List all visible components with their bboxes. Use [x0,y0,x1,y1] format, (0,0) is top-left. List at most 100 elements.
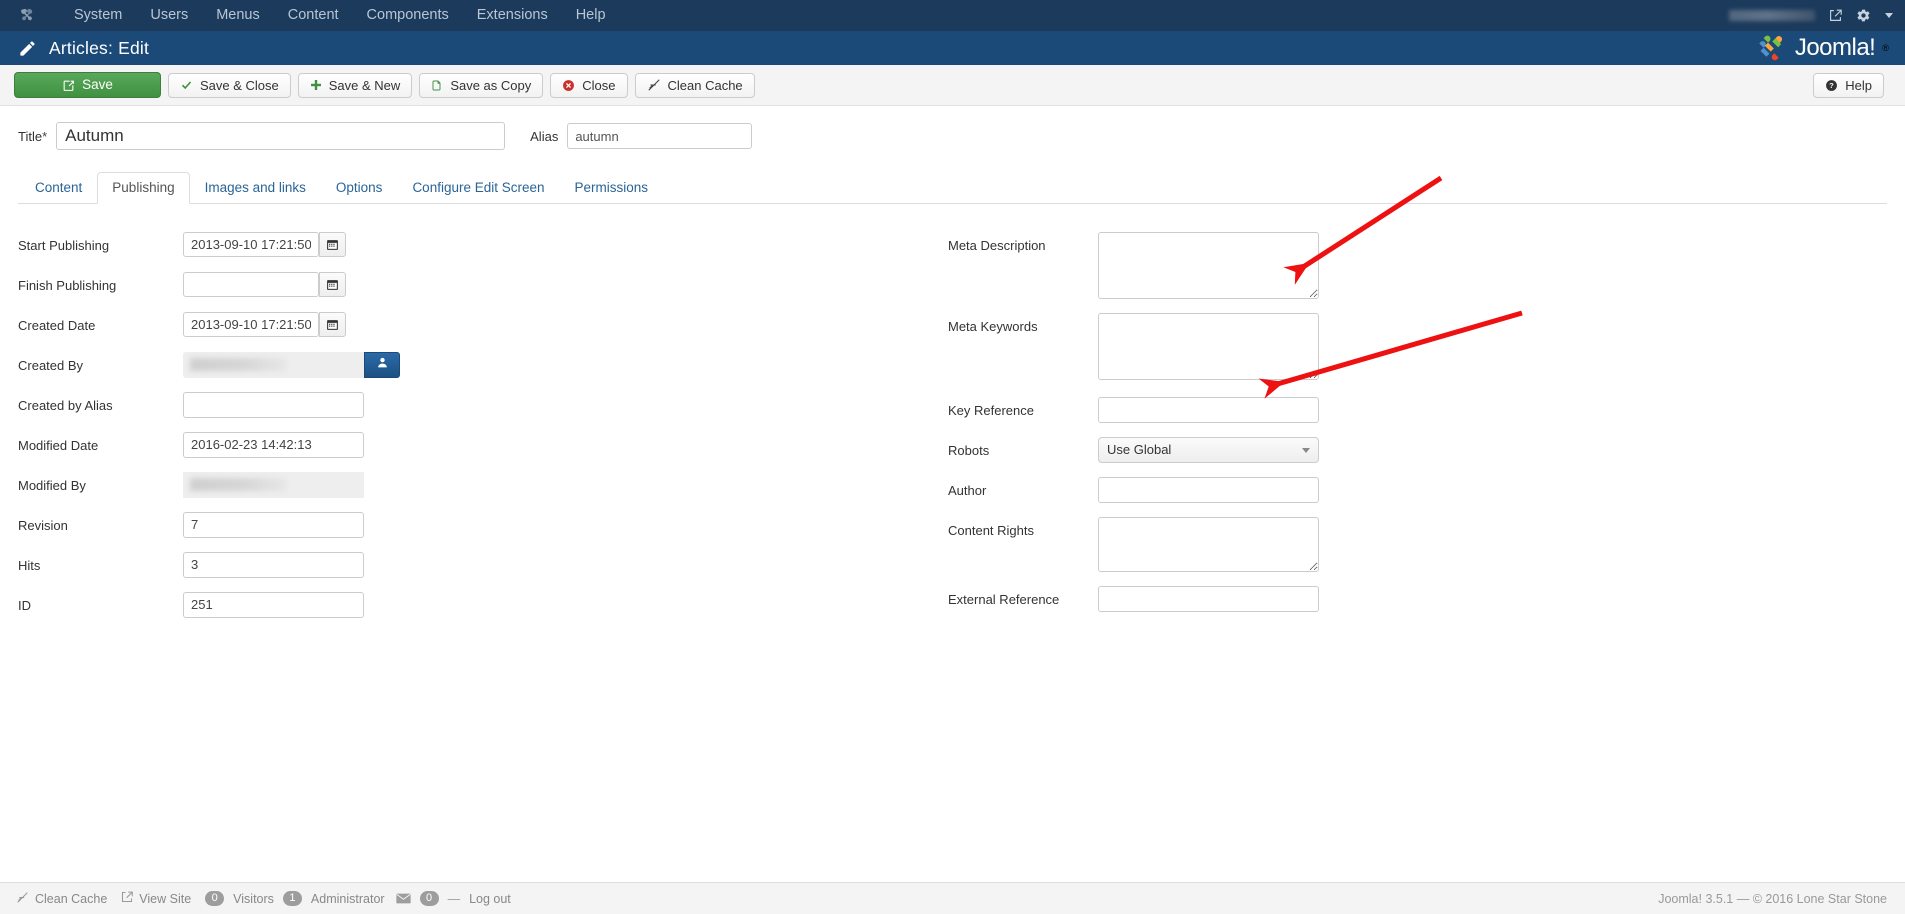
author-label: Author [948,482,987,498]
tab-permissions[interactable]: Permissions [560,172,664,204]
modified-by-value [183,471,364,498]
menu-item-users[interactable]: Users [136,0,202,31]
clean-cache-button[interactable]: Clean Cache [634,72,755,98]
close-icon [562,79,575,92]
author-input[interactable] [1098,476,1319,503]
finish-publishing-calendar-icon[interactable] [319,271,346,297]
field-id: ID [18,591,948,619]
svg-text:?: ? [1829,81,1834,90]
content-rights-label: Content Rights [948,522,1034,538]
gear-icon[interactable] [1856,8,1871,23]
broom-icon [16,891,29,907]
editor-toolbar: Save Save & Close Save & New Save as Cop… [0,65,1905,106]
close-button[interactable]: Close [550,72,628,98]
field-hits: Hits [18,551,948,579]
top-menu: System Users Menus Content Components Ex… [60,0,620,31]
start-publishing-label: Start Publishing [18,237,110,253]
menu-item-content[interactable]: Content [274,0,353,31]
envelope-icon[interactable] [395,893,411,904]
joomla-logo-trademark: ® [1882,43,1889,53]
meta-keywords-label: Meta Keywords [948,318,1038,334]
tab-publishing[interactable]: Publishing [97,172,190,204]
publishing-panel: Start Publishing Finish Publishing [18,204,1887,632]
joomla-icon[interactable] [18,7,36,25]
footer-clean-cache-link[interactable]: Clean Cache [16,891,107,907]
field-robots: Robots Use Global [948,436,1508,464]
meta-description-textarea[interactable] [1098,231,1319,299]
save-button-label: Save [82,77,113,93]
metadata-column: Meta Description Meta Keywords Key Refer… [948,231,1508,632]
field-modified-date: Modified Date [18,431,948,459]
tab-configure-edit-screen[interactable]: Configure Edit Screen [397,172,559,204]
menu-item-components[interactable]: Components [353,0,463,31]
user-icon [376,356,389,374]
menu-item-help[interactable]: Help [562,0,620,31]
menu-item-extensions[interactable]: Extensions [463,0,562,31]
field-key-reference: Key Reference [948,396,1508,424]
tab-content[interactable]: Content [20,172,97,204]
tab-images-and-links[interactable]: Images and links [190,172,321,204]
administrator-count-badge: 1 [282,891,302,906]
created-by-alias-label: Created by Alias [18,397,113,413]
check-icon [180,79,193,91]
start-publishing-input[interactable] [183,231,319,257]
footer-view-site-label: View Site [139,891,192,906]
modified-by-label: Modified By [18,477,86,493]
clean-cache-button-label: Clean Cache [667,77,743,93]
save-new-button-label: Save & New [328,77,401,93]
content-rights-textarea[interactable] [1098,516,1319,572]
created-by-label: Created By [18,357,84,373]
external-reference-input[interactable] [1098,585,1319,612]
created-by-input[interactable] [183,351,364,378]
created-by-select-user-button[interactable] [364,351,400,378]
messages-count-badge: 0 [419,891,439,906]
title-required-mark: * [42,128,48,144]
broom-icon [647,78,661,92]
title-label: Title* [18,129,47,144]
menu-item-system[interactable]: System [60,0,136,31]
help-button[interactable]: ? Help [1813,72,1884,98]
robots-select[interactable]: Use Global [1098,436,1319,463]
page-title: Articles: Edit [49,37,150,58]
close-button-label: Close [582,77,616,93]
footer-clean-cache-label: Clean Cache [35,891,108,906]
status-bar: Clean Cache View Site 0 Visitors 1 Admin… [0,882,1905,914]
edit-form: Title* Alias Content Publishing Images a… [0,106,1905,881]
copy-icon [431,79,443,92]
save-close-button[interactable]: Save & Close [168,72,291,98]
logout-link[interactable]: Log out [469,892,511,906]
meta-keywords-textarea[interactable] [1098,312,1319,380]
menu-item-menus[interactable]: Menus [202,0,274,31]
field-modified-by: Modified By [18,471,948,499]
save-as-copy-button-label: Save as Copy [450,77,532,93]
meta-description-label: Meta Description [948,237,1046,253]
hits-label: Hits [18,557,41,573]
chevron-down-icon[interactable] [1885,13,1893,18]
field-created-by: Created By [18,351,948,379]
start-publishing-calendar-icon[interactable] [319,231,346,257]
tab-options[interactable]: Options [321,172,398,204]
finish-publishing-input[interactable] [183,271,319,297]
footer-view-site-link[interactable]: View Site [121,891,191,906]
footer-separator: — [447,891,461,906]
modified-date-label: Modified Date [18,437,99,453]
alias-input[interactable] [567,123,753,149]
created-date-label: Created Date [18,317,96,333]
save-new-button[interactable]: Save & New [297,72,413,98]
save-as-copy-button[interactable]: Save as Copy [419,72,544,98]
modified-by-value-redacted [190,477,286,491]
external-link-icon [121,891,134,906]
key-reference-input[interactable] [1098,396,1319,423]
save-button[interactable]: Save [14,72,161,98]
title-input[interactable] [56,122,506,150]
created-date-input[interactable] [183,311,319,337]
visitors-label: Visitors [233,891,274,906]
top-bar-right-group [1729,0,1893,31]
field-content-rights: Content Rights [948,516,1508,572]
visitors-count-badge: 0 [205,891,225,906]
created-date-calendar-icon[interactable] [319,311,346,337]
external-link-icon[interactable] [1829,9,1842,22]
help-button-label: Help [1845,77,1872,93]
created-by-alias-input[interactable] [183,391,364,418]
external-reference-label: External Reference [948,591,1060,607]
